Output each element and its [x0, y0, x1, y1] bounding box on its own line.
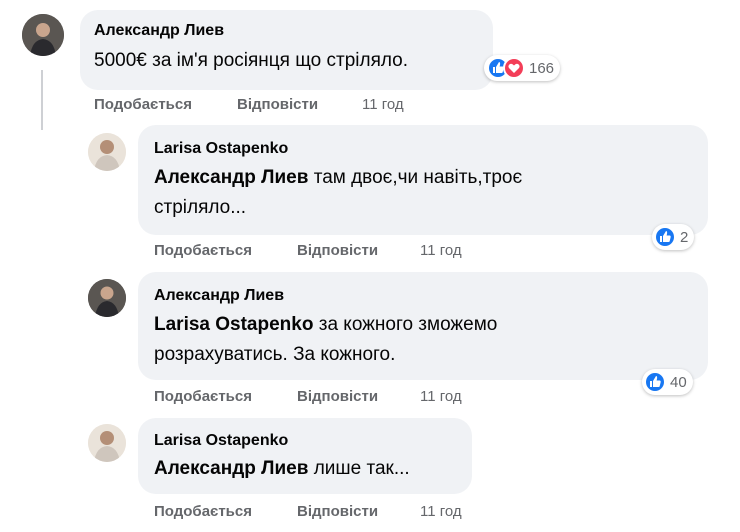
like-icon	[644, 371, 666, 393]
mention-link[interactable]: Александр Лиев	[154, 458, 308, 479]
like-button[interactable]: Подобається	[154, 503, 252, 520]
avatar[interactable]	[88, 133, 126, 171]
comment-bubble: Larisa Ostapenko Александр Лиев там двоє…	[138, 125, 708, 235]
profile-photo-icon	[88, 279, 126, 317]
comment-bubble: Larisa Ostapenko Александр Лиев лише так…	[138, 418, 472, 494]
comment-text: Александр Лиев там двоє,чи навіть,троє с…	[154, 163, 694, 223]
avatar[interactable]	[88, 279, 126, 317]
comment-text: 5000€ за ім'я росіянця що стріляло.	[94, 50, 409, 71]
like-button[interactable]: Подобається	[94, 96, 192, 113]
comment-text-line: лише так...	[313, 458, 410, 479]
reaction-summary[interactable]: 40	[642, 369, 693, 395]
comment-bubble: Александр Лиев Larisa Ostapenko за кожно…	[138, 272, 708, 380]
comment-author[interactable]: Александр Лиев	[154, 287, 284, 305]
comment-bubble: Александр Лиев 5000€ за ім'я росіянця що…	[80, 10, 493, 90]
reply-button[interactable]: Відповісти	[237, 96, 318, 113]
comment-text: Александр Лиев лише так...	[154, 454, 410, 484]
reply-button[interactable]: Відповісти	[297, 503, 378, 520]
comment-text-line: за кожного зможемо	[318, 314, 498, 335]
reaction-summary[interactable]: 2	[652, 224, 695, 250]
reaction-count: 2	[680, 228, 689, 246]
timestamp[interactable]: 11 год	[362, 96, 404, 113]
comment-text: Larisa Ostapenko за кожного зможемо розр…	[154, 310, 694, 370]
comment-text-line: розрахуватись. За кожного.	[154, 344, 396, 365]
timestamp[interactable]: 11 год	[420, 503, 462, 520]
reply-button[interactable]: Відповісти	[297, 388, 378, 405]
thread-connector	[41, 70, 43, 130]
like-button[interactable]: Подобається	[154, 242, 252, 259]
reaction-summary[interactable]: 166	[484, 55, 561, 81]
comment-text-line: там двоє,чи навіть,троє	[313, 167, 523, 188]
mention-link[interactable]: Larisa Ostapenko	[154, 314, 313, 335]
like-icon	[654, 226, 676, 248]
profile-photo-icon	[88, 133, 126, 171]
reply-button[interactable]: Відповісти	[297, 242, 378, 259]
avatar[interactable]	[88, 424, 126, 462]
reaction-count: 40	[670, 373, 687, 391]
comment-author[interactable]: Александр Лиев	[94, 22, 224, 40]
mention-link[interactable]: Александр Лиев	[154, 167, 308, 188]
comment-author[interactable]: Larisa Ostapenko	[154, 432, 288, 450]
love-icon	[503, 57, 525, 79]
reaction-count: 166	[529, 59, 555, 77]
profile-photo-icon	[22, 14, 64, 56]
comment-author[interactable]: Larisa Ostapenko	[154, 140, 288, 158]
profile-photo-icon	[88, 424, 126, 462]
timestamp[interactable]: 11 год	[420, 242, 462, 259]
timestamp[interactable]: 11 год	[420, 388, 462, 405]
comment-text-line: стріляло...	[154, 197, 247, 218]
like-button[interactable]: Подобається	[154, 388, 252, 405]
avatar[interactable]	[22, 14, 64, 56]
